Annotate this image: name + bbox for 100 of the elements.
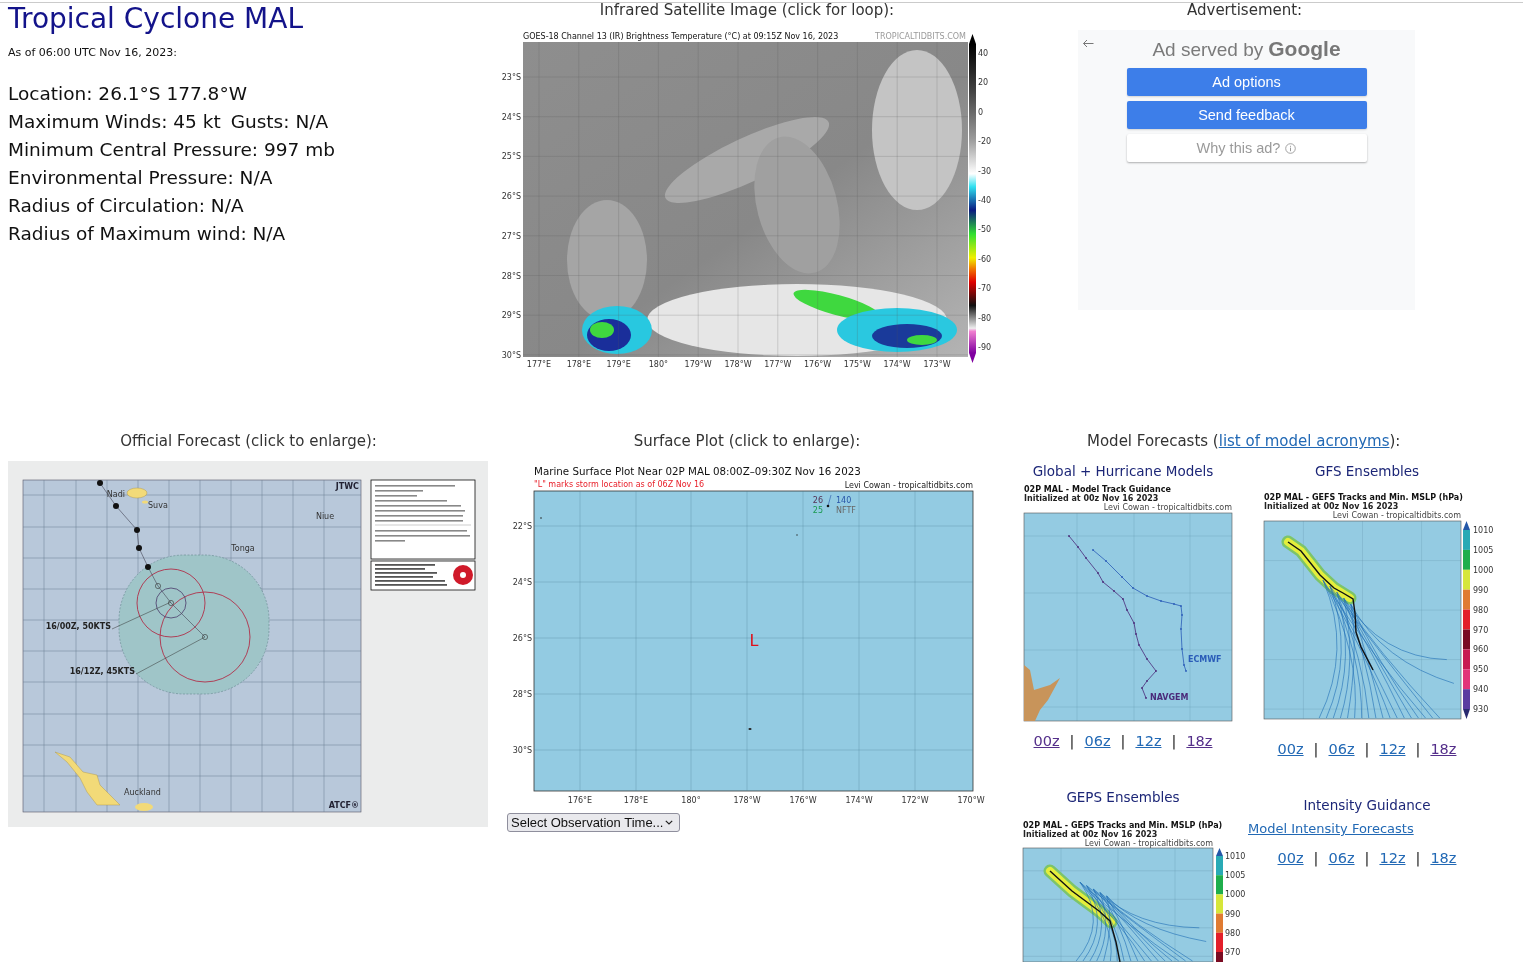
axis-tick-label: 28°S: [512, 690, 532, 699]
ad-action-button[interactable]: Ad options: [1126, 68, 1367, 96]
google-logo: Google: [1268, 37, 1341, 61]
axis-tick-label: 24°S: [512, 578, 532, 587]
separator-text: |: [1171, 732, 1177, 751]
page-title: Tropical Cyclone MAL: [8, 3, 303, 35]
panel-title: Intensity Guidance: [1303, 796, 1431, 814]
scale-tick-label: -30: [978, 166, 992, 176]
station-marker-icon: [826, 494, 832, 508]
ad-action-button[interactable]: Send feedback: [1126, 101, 1367, 129]
axis-tick-label: 170°W: [957, 796, 985, 805]
run-link[interactable]: 18z: [1430, 739, 1457, 759]
section-heading: Official Forecast (click to enlarge):: [120, 432, 377, 450]
axis-tick-label: 172°W: [901, 796, 929, 805]
axis-tick-label: 175°W: [843, 360, 871, 369]
section-heading: Model Forecasts (list of model acronyms):: [1087, 432, 1401, 450]
forecast-label: 16/12Z, 45KTS: [69, 666, 135, 676]
detail-text: Location: 26.1°S 177.8°W: [8, 82, 247, 104]
scale-tick-label: 980: [1473, 605, 1489, 615]
image-title: 02P MAL - GEPS Tracks and Min. MSLP (hPa): [1023, 821, 1223, 830]
run-link[interactable]: 12z: [1379, 739, 1406, 759]
scale-tick-label: -20: [978, 137, 992, 147]
station-value: NFTF: [836, 506, 856, 515]
scale-tick-label: -40: [978, 196, 992, 205]
agency-label: JTWC: [335, 482, 359, 491]
credit-text: Levi Cowan - tropicaltidbits.com: [1332, 511, 1461, 520]
scale-tick-label: 990: [1225, 909, 1241, 919]
back-arrow-icon[interactable]: [1082, 39, 1094, 48]
acronyms-link[interactable]: list of model acronyms: [1218, 432, 1390, 450]
panel-title: GFS Ensembles: [1314, 462, 1420, 480]
separator-text: |: [1364, 849, 1370, 868]
satellite-image-placeholder[interactable]: [522, 41, 969, 358]
run-link[interactable]: 12z: [1379, 848, 1406, 868]
plot-note: "L" marks storm location as of 06Z Nov 16: [534, 480, 705, 489]
axis-tick-label: 178°E: [623, 796, 649, 805]
credit-text: Levi Cowan - tropicaltidbits.com: [844, 481, 973, 490]
axis-tick-label: 30°S: [501, 350, 521, 360]
axis-tick-label: 30°S: [512, 746, 532, 755]
panel-title: Global + Hurricane Models: [1032, 462, 1214, 480]
axis-tick-label: 22°S: [512, 522, 532, 531]
detail-text: Radius of Circulation: N/A: [8, 194, 244, 216]
scale-tick-label: 950: [1473, 665, 1489, 675]
station-value: 25: [812, 506, 823, 515]
panel-title: GEPS Ensembles: [1066, 788, 1180, 806]
run-link[interactable]: 00z: [1277, 739, 1304, 759]
axis-tick-label: 180°: [681, 796, 701, 805]
section-heading: Surface Plot (click to enlarge):: [633, 432, 861, 450]
init-text: Initialized at 00z Nov 16 2023: [1023, 830, 1158, 839]
axis-tick-label: 174°W: [883, 360, 911, 369]
plot-title: Marine Surface Plot Near 02P MAL 08:00Z–09:30Z Nov 16 2023: [534, 465, 861, 477]
run-link[interactable]: 06z: [1328, 848, 1355, 868]
scale-tick-label: 1000: [1225, 890, 1246, 900]
place-label: Auckland: [124, 788, 161, 797]
scale-tick-label: 1010: [1473, 526, 1494, 535]
run-link[interactable]: 06z: [1328, 739, 1355, 759]
station-value: 26: [812, 496, 823, 505]
storm-location-label: L: [749, 631, 759, 650]
axis-tick-label: 179°E: [606, 360, 631, 369]
leader-line: [135, 636, 206, 675]
detail-text: Radius of Maximum wind: N/A: [8, 222, 286, 244]
axis-tick-label: 178°W: [733, 796, 761, 805]
detail-text: Maximum Winds: 45 kt: [8, 110, 221, 132]
ad-info-button[interactable]: Why this ad?: [1126, 134, 1367, 162]
axis-tick-label: 176°W: [804, 360, 832, 369]
scale-tick-label: 940: [1473, 685, 1489, 695]
separator-text: |: [1120, 732, 1126, 751]
axis-tick-label: 180°: [648, 360, 669, 369]
scale-tick-label: 960: [1473, 645, 1489, 655]
credit-text: Levi Cowan - tropicaltidbits.com: [1103, 503, 1232, 512]
axis-tick-label: 177°W: [764, 360, 792, 369]
run-link[interactable]: 18z: [1186, 731, 1213, 751]
chevron-down-icon: [665, 820, 673, 825]
run-link[interactable]: 00z: [1033, 731, 1060, 751]
detail-text: Minimum Central Pressure: 997 mb: [8, 138, 335, 160]
scale-tick-label: 0: [978, 107, 984, 117]
init-text: Initialized at 00z Nov 16 2023: [1024, 494, 1159, 503]
axis-tick-label: 176°W: [789, 796, 817, 805]
model-name-label: ECMWF: [1188, 655, 1222, 664]
separator-text: |: [1415, 849, 1421, 868]
scale-tick-label: 1010: [1225, 852, 1246, 861]
forecast-map-drawing[interactable]: [22, 479, 362, 813]
observation-time-select[interactable]: Select Observation Time...: [507, 813, 680, 832]
scale-tick-label: -50: [978, 225, 992, 235]
place-label: Niue: [315, 512, 335, 521]
axis-tick-label: 178°E: [566, 360, 591, 369]
scale-tick-label: -70: [978, 284, 992, 294]
section-heading: Advertisement:: [1187, 3, 1303, 17]
run-link[interactable]: 06z: [1084, 731, 1111, 751]
separator-text: |: [1313, 849, 1319, 868]
scale-tick-label: 930: [1473, 705, 1489, 715]
axis-tick-label: 179°W: [684, 360, 712, 369]
run-link[interactable]: 00z: [1277, 848, 1304, 868]
run-link[interactable]: 18z: [1430, 848, 1457, 868]
image-title: GOES-18 Channel 13 (IR) Brightness Temperature (°C) at 09:15Z Nov 16, 2023: [523, 32, 839, 41]
run-link[interactable]: 12z: [1135, 731, 1162, 751]
detail-text: Environmental Pressure: N/A: [8, 166, 273, 188]
forecast-label: 16/00Z, 50KTS: [45, 621, 111, 631]
ad-served-text: Ad served by: [1152, 38, 1264, 62]
intensity-forecasts-link[interactable]: Model Intensity Forecasts: [1248, 820, 1414, 838]
station-value: 140: [836, 496, 852, 505]
